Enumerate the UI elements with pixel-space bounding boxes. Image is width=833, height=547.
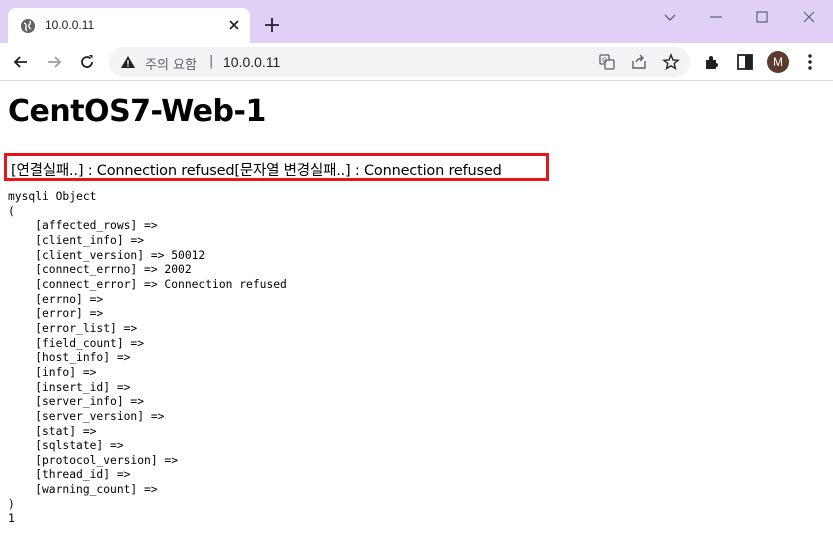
globe-icon <box>21 19 35 33</box>
maximize-icon[interactable] <box>753 8 771 26</box>
more-menu-icon[interactable] <box>800 52 820 72</box>
url-text[interactable]: 10.0.0.11 <box>223 54 280 70</box>
dump-line: [connect_error] => Connection refused <box>8 277 287 291</box>
dump-line: [error] => <box>8 307 104 321</box>
warning-icon[interactable] <box>120 54 136 70</box>
translate-icon[interactable]: G <box>598 53 616 71</box>
share-icon[interactable] <box>630 53 648 71</box>
security-warning-label[interactable]: 주의 요함 <box>145 54 197 73</box>
dump-line: [thread_id] => <box>8 468 131 482</box>
error-message-box: [연결실패..] : Connection refused[문자열 변경실패..… <box>4 153 549 181</box>
new-tab-icon[interactable] <box>263 16 281 34</box>
dump-line: [server_info] => <box>8 395 145 409</box>
profile-avatar[interactable]: M <box>767 51 789 73</box>
tab-search-icon[interactable] <box>661 8 679 26</box>
error-message: [연결실패..] : Connection refused[문자열 변경실패..… <box>11 163 502 179</box>
svg-text:G: G <box>602 57 607 65</box>
page-title: CentOS7-Web-1 <box>8 94 266 129</box>
dump-line: [host_info] => <box>8 351 131 365</box>
dump-line: ( <box>8 204 15 218</box>
tab-strip: 10.0.0.11 <box>0 0 833 43</box>
dump-line: [insert_id] => <box>8 380 131 394</box>
dump-line: [field_count] => <box>8 336 145 350</box>
bookmark-star-icon[interactable] <box>662 53 680 71</box>
back-arrow-icon[interactable] <box>11 52 31 72</box>
dump-line: [client_version] => 50012 <box>8 248 206 262</box>
minimize-icon[interactable] <box>707 8 725 26</box>
dump-line: ) <box>8 497 15 511</box>
dump-line: [error_list] => <box>8 321 138 335</box>
dump-line: [sqlstate] => <box>8 439 124 453</box>
tab-active[interactable]: 10.0.0.11 <box>8 8 250 43</box>
omnibox-separator: | <box>209 54 214 69</box>
forward-arrow-icon[interactable] <box>44 52 64 72</box>
tab-title: 10.0.0.11 <box>45 18 95 32</box>
reload-icon[interactable] <box>77 52 97 72</box>
close-icon[interactable] <box>226 17 242 33</box>
dump-line: [errno] => <box>8 292 104 306</box>
toolbar: 주의 요함 | 10.0.0.11 G <box>0 43 833 81</box>
dump-line: mysqli Object <box>8 190 97 203</box>
address-bar[interactable]: 주의 요함 | 10.0.0.11 G <box>109 47 690 77</box>
dump-line: [protocol_version] => <box>8 453 179 467</box>
dump-line: 1 <box>8 512 15 526</box>
dump-line: [affected_rows] => <box>8 219 158 233</box>
page-content: CentOS7-Web-1 [연결실패..] : Connection refu… <box>0 82 833 547</box>
close-window-icon[interactable] <box>800 8 818 26</box>
side-panel-icon[interactable] <box>735 52 755 72</box>
dump-line: [warning_count] => <box>8 483 158 497</box>
dump-line: [client_info] => <box>8 233 145 247</box>
extensions-puzzle-icon[interactable] <box>702 52 722 72</box>
dump-line: [stat] => <box>8 424 97 438</box>
dump-line: [connect_errno] => 2002 <box>8 263 192 277</box>
mysqli-object-dump: mysqli Object ( [affected_rows] => [clie… <box>8 190 287 527</box>
dump-line: [info] => <box>8 365 97 379</box>
dump-line: [server_version] => <box>8 409 165 423</box>
